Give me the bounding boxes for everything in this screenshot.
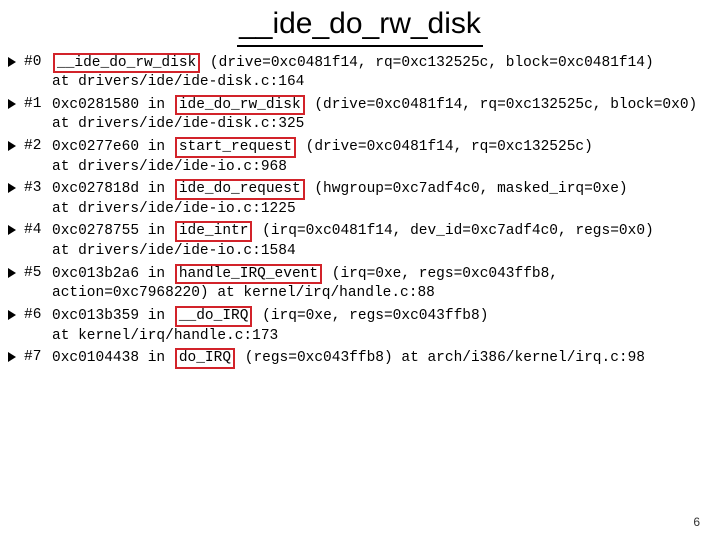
bullet-icon: [8, 141, 18, 151]
call-text: 0xc0104438 in: [52, 350, 174, 366]
frame-location-line: at drivers/ide/ide-disk.c:325: [52, 115, 712, 135]
frame-call-line: __ide_do_rw_disk (drive=0xc0481f14, rq=0…: [52, 53, 712, 74]
call-text: (drive=0xc0481f14, rq=0xc132525c, block=…: [306, 97, 698, 113]
frame-location-line: at drivers/ide/ide-io.c:1584: [52, 242, 712, 262]
frame-body: 0xc013b359 in __do_IRQ (irq=0xe, regs=0x…: [52, 306, 712, 346]
bullet-icon: [8, 225, 18, 235]
frame-number: #4: [24, 221, 52, 241]
stack-frame: #60xc013b359 in __do_IRQ (irq=0xe, regs=…: [8, 306, 712, 346]
call-text: 0xc013b359 in: [52, 308, 174, 324]
call-text: (irq=0xe, regs=0xc043ffb8): [253, 308, 488, 324]
call-text: 0xc0281580 in: [52, 97, 174, 113]
frame-location-line: action=0xc7968220) at kernel/irq/handle.…: [52, 284, 712, 304]
call-text: 0xc0278755 in: [52, 223, 174, 239]
call-text: (irq=0xc0481f14, dev_id=0xc7adf4c0, regs…: [253, 223, 653, 239]
stack-frame: #40xc0278755 in ide_intr (irq=0xc0481f14…: [8, 221, 712, 261]
frame-number: #3: [24, 179, 52, 199]
frame-call-line: 0xc013b359 in __do_IRQ (irq=0xe, regs=0x…: [52, 306, 712, 327]
frame-location-line: at drivers/ide/ide-disk.c:164: [52, 73, 712, 93]
frame-body: 0xc0277e60 in start_request (drive=0xc04…: [52, 137, 712, 177]
call-text: (drive=0xc0481f14, rq=0xc132525c): [297, 139, 593, 155]
stack-frame: #20xc0277e60 in start_request (drive=0xc…: [8, 137, 712, 177]
frame-location-line: at kernel/irq/handle.c:173: [52, 327, 712, 347]
title-text: __ide_do_rw_disk: [237, 4, 483, 47]
call-text: (irq=0xe, regs=0xc043ffb8,: [323, 266, 558, 282]
bullet-icon: [8, 352, 18, 362]
frame-location-line: at drivers/ide/ide-io.c:968: [52, 158, 712, 178]
frame-number: #7: [24, 348, 52, 368]
call-text: (regs=0xc043ffb8) at arch/i386/kernel/ir…: [236, 350, 645, 366]
call-text: 0xc027818d in: [52, 181, 174, 197]
frame-body: 0xc0104438 in do_IRQ (regs=0xc043ffb8) a…: [52, 348, 712, 369]
frame-body: 0xc013b2a6 in handle_IRQ_event (irq=0xe,…: [52, 264, 712, 304]
call-text: 0xc013b2a6 in: [52, 266, 174, 282]
call-text: 0xc0277e60 in: [52, 139, 174, 155]
bullet-icon: [8, 57, 18, 67]
frame-number: #1: [24, 95, 52, 115]
frame-body: 0xc0278755 in ide_intr (irq=0xc0481f14, …: [52, 221, 712, 261]
frame-number: #2: [24, 137, 52, 157]
frame-call-line: 0xc0277e60 in start_request (drive=0xc04…: [52, 137, 712, 158]
highlighted-function: ide_intr: [175, 221, 253, 242]
call-text: (hwgroup=0xc7adf4c0, masked_irq=0xe): [306, 181, 628, 197]
stack-frame: #50xc013b2a6 in handle_IRQ_event (irq=0x…: [8, 264, 712, 304]
frame-call-line: 0xc027818d in ide_do_request (hwgroup=0x…: [52, 179, 712, 200]
slide-number: 6: [693, 514, 700, 530]
highlighted-function: handle_IRQ_event: [175, 264, 322, 285]
frame-call-line: 0xc0278755 in ide_intr (irq=0xc0481f14, …: [52, 221, 712, 242]
stack-frame: #10xc0281580 in ide_do_rw_disk (drive=0x…: [8, 95, 712, 135]
frame-number: #0: [24, 53, 52, 73]
highlighted-function: do_IRQ: [175, 348, 235, 369]
stack-frame: #0__ide_do_rw_disk (drive=0xc0481f14, rq…: [8, 53, 712, 93]
highlighted-function: ide_do_rw_disk: [175, 95, 305, 116]
frame-call-line: 0xc0281580 in ide_do_rw_disk (drive=0xc0…: [52, 95, 712, 116]
frame-location-line: at drivers/ide/ide-io.c:1225: [52, 200, 712, 220]
highlighted-function: __ide_do_rw_disk: [53, 53, 200, 74]
frame-call-line: 0xc013b2a6 in handle_IRQ_event (irq=0xe,…: [52, 264, 712, 285]
frame-call-line: 0xc0104438 in do_IRQ (regs=0xc043ffb8) a…: [52, 348, 712, 369]
bullet-icon: [8, 183, 18, 193]
highlighted-function: start_request: [175, 137, 296, 158]
highlighted-function: __do_IRQ: [175, 306, 253, 327]
slide: __ide_do_rw_disk #0__ide_do_rw_disk (dri…: [0, 0, 720, 540]
frame-body: __ide_do_rw_disk (drive=0xc0481f14, rq=0…: [52, 53, 712, 93]
stack-frame: #70xc0104438 in do_IRQ (regs=0xc043ffb8)…: [8, 348, 712, 369]
frame-body: 0xc027818d in ide_do_request (hwgroup=0x…: [52, 179, 712, 219]
bullet-icon: [8, 268, 18, 278]
call-text: (drive=0xc0481f14, rq=0xc132525c, block=…: [201, 55, 653, 71]
frame-body: 0xc0281580 in ide_do_rw_disk (drive=0xc0…: [52, 95, 712, 135]
frame-number: #6: [24, 306, 52, 326]
highlighted-function: ide_do_request: [175, 179, 305, 200]
stack-frame: #30xc027818d in ide_do_request (hwgroup=…: [8, 179, 712, 219]
slide-title: __ide_do_rw_disk: [0, 4, 720, 47]
stack-trace: #0__ide_do_rw_disk (drive=0xc0481f14, rq…: [0, 53, 720, 379]
bullet-icon: [8, 99, 18, 109]
frame-number: #5: [24, 264, 52, 284]
bullet-icon: [8, 310, 18, 320]
